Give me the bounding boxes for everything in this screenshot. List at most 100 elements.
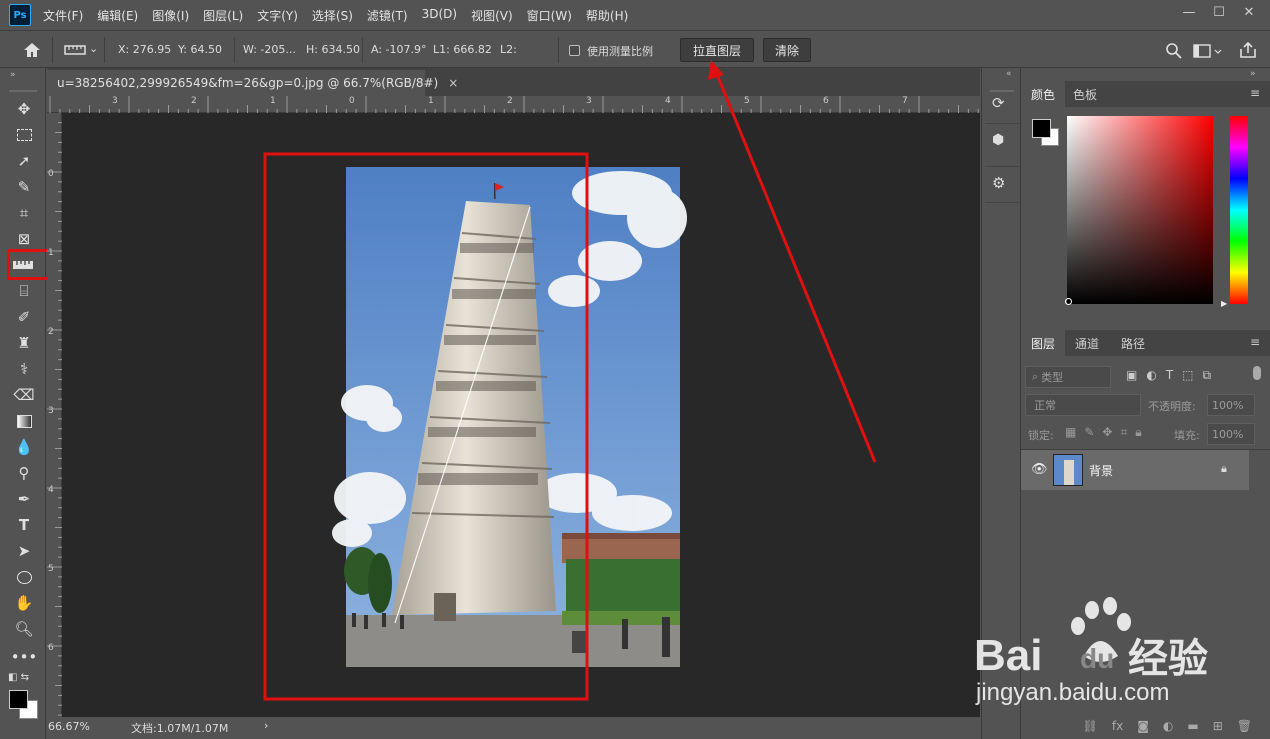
menu-view[interactable]: 视图(V) <box>471 7 513 24</box>
tab-paths[interactable]: 路径 <box>1111 330 1155 356</box>
new-group-icon[interactable]: ▬ <box>1187 719 1198 733</box>
filter-toggle[interactable] <box>1253 366 1261 380</box>
search-icon[interactable] <box>1165 42 1183 60</box>
shape-filter-icon[interactable]: ⬚ <box>1182 368 1193 383</box>
layer-style-icon[interactable]: fx <box>1112 719 1123 733</box>
close-tab-icon[interactable]: × <box>448 76 458 90</box>
eraser-tool-icon[interactable]: ⌫ <box>12 384 36 406</box>
layer-name[interactable]: 背景 <box>1089 462 1113 479</box>
menu-image[interactable]: 图像(I) <box>152 7 189 24</box>
properties-panel-icon[interactable]: ⚙ <box>992 174 1005 192</box>
default-colors-icon[interactable]: ◧ ⇆ <box>8 672 29 683</box>
adjustment-layer-icon[interactable]: ◐ <box>1163 719 1173 733</box>
pixel-filter-icon[interactable]: ▣ <box>1126 368 1137 383</box>
minimize-button[interactable]: — <box>1174 2 1204 22</box>
smart-object-filter-icon[interactable]: ⧉ <box>1203 368 1212 383</box>
layers-footer: ⛓ fx ◙ ◐ ▬ ⊞ 🗑︎ <box>1021 713 1270 739</box>
menu-file[interactable]: 文件(F) <box>43 7 83 24</box>
lock-all-icon[interactable]: 🔒︎ <box>1135 425 1141 440</box>
lock-artboard-icon[interactable]: ⌗ <box>1120 425 1127 440</box>
menu-window[interactable]: 窗口(W) <box>527 7 572 24</box>
add-mask-icon[interactable]: ◙ <box>1137 719 1149 733</box>
tab-channels[interactable]: 通道 <box>1065 330 1109 356</box>
link-layers-icon[interactable]: ⛓ <box>1083 719 1098 733</box>
tab-swatches[interactable]: 色板 <box>1063 81 1107 107</box>
status-menu-arrow[interactable]: › <box>264 719 268 732</box>
ellipse-tool-icon[interactable] <box>12 566 36 588</box>
measure-scale-checkbox[interactable] <box>569 45 580 56</box>
adjustment-filter-icon[interactable]: ◐ <box>1146 368 1156 383</box>
layer-row[interactable]: 👁︎ 背景 🔒︎ <box>1021 450 1249 490</box>
menu-filter[interactable]: 滤镜(T) <box>367 7 408 24</box>
marquee-tool-icon[interactable] <box>12 124 36 146</box>
quick-selection-icon[interactable]: ✎ <box>12 176 36 198</box>
home-icon[interactable] <box>22 41 42 59</box>
collapse-icon[interactable]: » <box>10 70 16 80</box>
l2-readout: L2: <box>500 43 517 56</box>
delete-layer-icon[interactable]: 🗑︎ <box>1237 719 1252 733</box>
type-tool-icon[interactable]: T <box>12 514 36 536</box>
ruler-tool-icon[interactable] <box>64 44 86 56</box>
lock-transparency-icon[interactable]: ▦ <box>1065 425 1076 440</box>
hand-tool-icon[interactable]: ✋ <box>12 592 36 614</box>
menu-help[interactable]: 帮助(H) <box>586 7 628 24</box>
gradient-tool-icon[interactable] <box>12 410 36 432</box>
dodge-tool-icon[interactable]: ⚲ <box>12 462 36 484</box>
history-brush-icon[interactable]: ⚕ <box>12 358 36 380</box>
frame-tool-icon[interactable]: ⊠ <box>12 228 36 250</box>
stamp-tool-icon[interactable]: ♜ <box>12 332 36 354</box>
new-layer-icon[interactable]: ⊞ <box>1213 719 1223 733</box>
opacity-field[interactable]: 100% <box>1207 394 1255 416</box>
collapse-icon[interactable]: » <box>1250 69 1256 79</box>
more-tools-icon[interactable]: ••• <box>11 646 38 668</box>
pen-tool-icon[interactable]: ✒ <box>12 488 36 510</box>
separator <box>362 37 363 63</box>
lock-position-icon[interactable]: ✥ <box>1102 425 1112 440</box>
color-picker-field[interactable] <box>1067 116 1213 304</box>
zoom-level[interactable]: 66.67% <box>48 720 90 733</box>
menu-layer[interactable]: 图层(L) <box>203 7 243 24</box>
ruler-tick-label: 4 <box>48 485 54 495</box>
menu-type[interactable]: 文字(Y) <box>257 7 298 24</box>
artboard-tool-icon[interactable]: ⌸ <box>12 280 36 302</box>
color-picker-cursor[interactable] <box>1065 298 1072 305</box>
blend-mode-select[interactable]: 正常 <box>1025 394 1141 416</box>
history-panel-icon[interactable]: ⟳ <box>992 94 1005 112</box>
blur-tool-icon[interactable]: 💧 <box>12 436 36 458</box>
close-button[interactable]: ✕ <box>1234 2 1264 22</box>
layer-filter-select[interactable]: ⌕ 类型 <box>1025 366 1111 388</box>
ruler-tick-label: 0 <box>349 96 355 106</box>
path-selection-icon[interactable]: ➤ <box>12 540 36 562</box>
lock-pixels-icon[interactable]: ✎ <box>1084 425 1094 440</box>
tab-color[interactable]: 颜色 <box>1021 81 1066 107</box>
3d-panel-icon[interactable]: ⬢ <box>992 132 1004 148</box>
hue-slider[interactable] <box>1230 116 1248 304</box>
straighten-layer-button[interactable]: 拉直图层 <box>680 38 754 62</box>
lock-icon: 🔒︎ <box>1221 462 1227 475</box>
brush-tool-icon[interactable]: ✐ <box>12 306 36 328</box>
crop-tool-icon[interactable]: ⌗ <box>12 202 36 224</box>
tool-preset-chevron-icon[interactable]: ⌄ <box>89 42 98 55</box>
menu-select[interactable]: 选择(S) <box>312 7 353 24</box>
eye-icon[interactable]: 👁︎ <box>1031 462 1048 477</box>
menu-edit[interactable]: 编辑(E) <box>97 7 138 24</box>
zoom-tool-icon[interactable]: 🔍︎ <box>12 618 36 640</box>
foreground-color-swatch[interactable] <box>9 690 28 709</box>
type-filter-icon[interactable]: T <box>1166 368 1173 383</box>
panel-menu-icon[interactable]: ≡ <box>1250 86 1260 100</box>
foreground-color-swatch[interactable] <box>1032 119 1051 138</box>
tab-layers[interactable]: 图层 <box>1021 330 1066 356</box>
hue-slider-handle[interactable]: ▶ <box>1221 299 1227 308</box>
canvas-area[interactable] <box>62 113 980 717</box>
panel-menu-icon[interactable]: ≡ <box>1250 335 1260 349</box>
lasso-tool-icon[interactable]: ➚ <box>12 150 36 172</box>
clear-button[interactable]: 清除 <box>763 38 811 62</box>
move-tool-icon[interactable]: ✥ <box>12 98 36 120</box>
fill-field[interactable]: 100% <box>1207 423 1255 445</box>
document-tab[interactable]: u=38256402,299926549&fm=26&gp=0.jpg @ 66… <box>47 70 458 96</box>
workspace-icon[interactable] <box>1193 43 1223 59</box>
menu-3d[interactable]: 3D(D) <box>422 7 457 24</box>
collapse-icon[interactable]: « <box>1006 69 1012 79</box>
share-icon[interactable] <box>1239 41 1257 59</box>
maximize-button[interactable]: ☐ <box>1204 2 1234 22</box>
